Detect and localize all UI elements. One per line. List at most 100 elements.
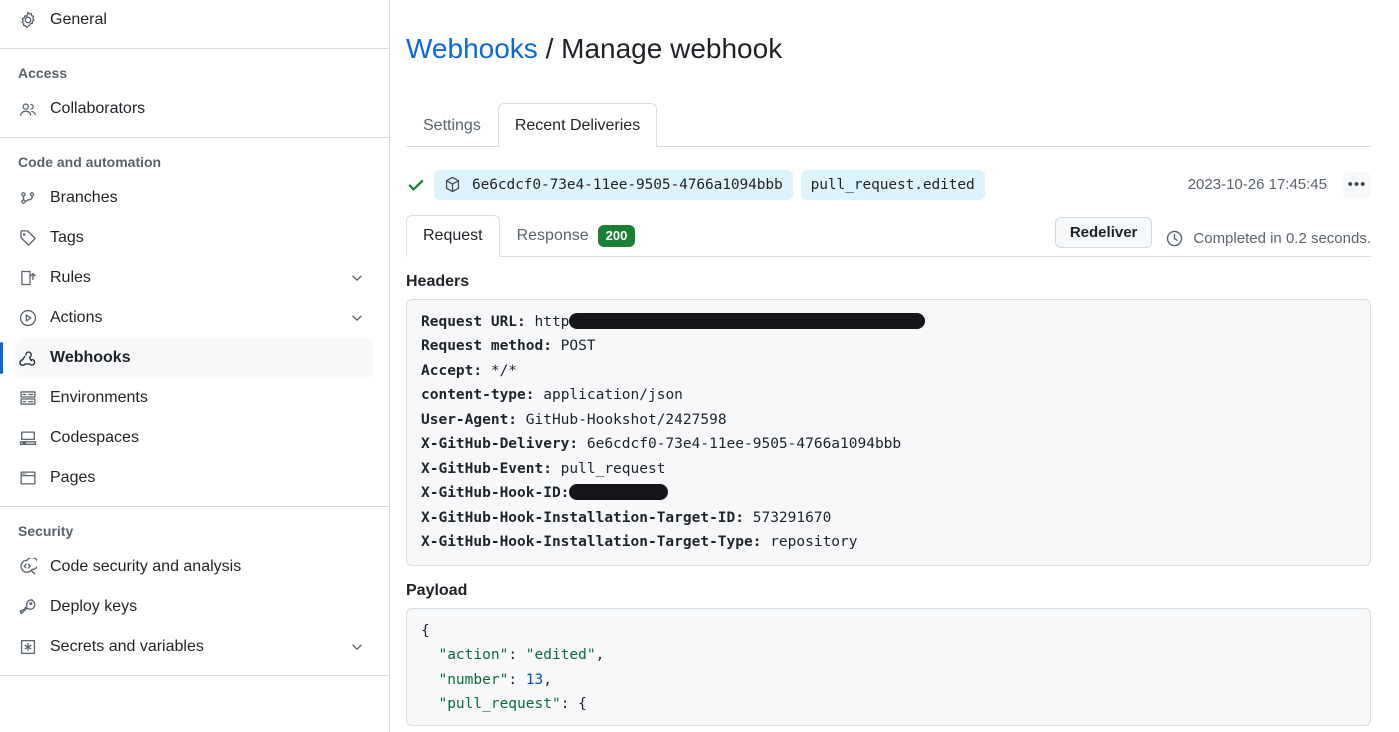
- inner-tab-request[interactable]: Request: [406, 214, 500, 257]
- breadcrumb-separator: /: [537, 32, 562, 64]
- tab-recent-deliveries[interactable]: Recent Deliveries: [497, 102, 658, 147]
- header-row: X-GitHub-Delivery: 6e6cdcf0-73e4-11ee-95…: [421, 432, 1356, 457]
- sidebar-item-label: Rules: [50, 269, 91, 286]
- payload-line: {: [421, 619, 1356, 644]
- payload-token-pun: {: [421, 622, 430, 639]
- request-response-tabbar: Request Response 200 Redeliver Completed i…: [406, 211, 1371, 257]
- sidebar-item-pages[interactable]: Pages: [16, 458, 373, 498]
- payload-token-str: "edited": [525, 647, 596, 663]
- sidebar-item-label: Codespaces: [50, 429, 139, 446]
- payload-line: "action": "edited",: [421, 643, 1356, 668]
- tab-settings[interactable]: Settings: [406, 103, 498, 147]
- codespaces-icon: [18, 428, 38, 448]
- breadcrumb-webhooks-link[interactable]: Webhooks: [406, 33, 538, 64]
- sidebar-divider: [0, 48, 389, 49]
- payload-token-pun: ,: [543, 671, 552, 688]
- header-row: X-GitHub-Hook-Installation-Target-ID: 57…: [421, 506, 1356, 531]
- header-key: Request method:: [421, 338, 552, 354]
- header-key: User-Agent:: [421, 411, 518, 428]
- redeliver-button[interactable]: Redeliver: [1054, 216, 1153, 248]
- payload-token-pun: ,: [595, 647, 605, 663]
- sidebar-item-label: Environments: [50, 389, 148, 406]
- sidebar-item-rules[interactable]: Rules: [16, 258, 373, 298]
- inner-tab-response[interactable]: Response 200: [500, 215, 653, 257]
- package-icon: [444, 176, 462, 194]
- headers-section-title: Headers: [406, 272, 470, 290]
- webhook-icon: [18, 348, 38, 368]
- payload-token-key: "number": [438, 671, 509, 688]
- header-row: Accept: */*: [421, 359, 1356, 384]
- header-row: content-type: application/json: [421, 383, 1356, 408]
- sidebar-group-label: Security: [18, 523, 74, 539]
- browser-icon: [18, 468, 38, 488]
- sidebar-item-codespaces[interactable]: Codespaces: [16, 418, 373, 458]
- sidebar-group-code-and-automation: Code and automation Branches Tags Rules Acti…: [0, 146, 389, 498]
- payload-indent: [421, 696, 438, 712]
- webhook-tabbar: Settings Recent Deliveries: [406, 99, 1371, 147]
- header-key: Accept:: [421, 362, 483, 379]
- payload-token-pun: :: [508, 647, 526, 663]
- sidebar-item-collaborators[interactable]: Collaborators: [16, 89, 373, 129]
- rules-icon: [18, 268, 38, 288]
- sidebar-divider: [0, 675, 389, 676]
- header-row: X-GitHub-Hook-ID:: [421, 481, 1356, 506]
- chevron-down-icon[interactable]: [349, 270, 365, 286]
- sidebar-item-label: Secrets and variables: [50, 638, 204, 655]
- inner-tab-label: Response: [516, 226, 589, 244]
- play-icon: [18, 308, 38, 328]
- sidebar-item-general[interactable]: General: [16, 0, 373, 40]
- delivery-more-options-button[interactable]: •••: [1343, 171, 1371, 198]
- sidebar-item-code-security-and-analysis[interactable]: Code security and analysis: [16, 547, 373, 587]
- sidebar-group-access: Access Collaborators: [0, 57, 389, 129]
- header-key: X-GitHub-Hook-Installation-Target-ID:: [421, 509, 745, 526]
- payload-token-pun: : {: [560, 696, 587, 712]
- header-key: X-GitHub-Event:: [421, 460, 552, 477]
- delivery-guid-chip[interactable]: 6e6cdcf0-73e4-11ee-9505-4766a1094bbb: [434, 169, 793, 200]
- sidebar-item-label: Tags: [50, 229, 84, 246]
- sidebar-divider: [0, 506, 389, 507]
- settings-page: General Access Collaborators Code and auto…: [0, 0, 1399, 732]
- redaction-bar: [569, 312, 926, 329]
- delivery-summary-row: 6e6cdcf0-73e4-11ee-9505-4766a1094bbb pul…: [406, 169, 1371, 201]
- settings-sidebar: General Access Collaborators Code and auto…: [0, 0, 390, 732]
- header-value: pull_request: [551, 460, 666, 477]
- header-value: 573291670: [744, 509, 832, 526]
- chevron-down-icon[interactable]: [349, 310, 365, 326]
- header-key: X-GitHub-Hook-ID:: [421, 485, 570, 501]
- key-icon: [18, 597, 38, 617]
- header-row: User-Agent: GitHub-Hookshot/2427598: [421, 408, 1356, 433]
- sidebar-item-label: Code security and analysis: [50, 558, 242, 575]
- payload-indent: [421, 647, 438, 663]
- people-icon: [18, 99, 38, 119]
- payload-line: "pull_request": {: [421, 692, 1356, 717]
- response-status-badge: 200: [597, 224, 636, 247]
- header-key: X-GitHub-Hook-Installation-Target-Type:: [421, 534, 762, 550]
- sidebar-item-actions[interactable]: Actions: [16, 298, 373, 338]
- sidebar-top-group: General: [0, 0, 389, 40]
- sidebar-groups: Access Collaborators Code and automation Br…: [0, 57, 389, 676]
- inner-tab-label: Request: [423, 226, 483, 244]
- sidebar-item-webhooks[interactable]: Webhooks: [0, 338, 373, 378]
- header-key: Request URL:: [421, 313, 526, 330]
- sidebar-group-security: Security Code security and analysis Deploy…: [0, 515, 389, 667]
- header-key: content-type:: [421, 387, 535, 403]
- sidebar-item-deploy-keys[interactable]: Deploy keys: [16, 587, 373, 627]
- sidebar-item-environments[interactable]: Environments: [16, 378, 373, 418]
- payload-indent: [421, 672, 438, 688]
- gear-icon: [18, 10, 38, 30]
- sidebar-item-secrets-and-variables[interactable]: Secrets and variables: [16, 627, 373, 667]
- sidebar-item-branches[interactable]: Branches: [16, 178, 373, 218]
- sidebar-item-label: Actions: [50, 309, 103, 326]
- asterisk-icon: [18, 637, 38, 657]
- tag-icon: [18, 228, 38, 248]
- payload-token-key: "pull_request": [438, 696, 561, 712]
- chevron-down-icon[interactable]: [349, 639, 365, 655]
- payload-code-block: { "action": "edited", "number": 13, "pul…: [406, 607, 1371, 726]
- sidebar-item-label: Pages: [50, 469, 96, 486]
- header-value: GitHub-Hookshot/2427598: [517, 411, 727, 428]
- sidebar-item-tags[interactable]: Tags: [16, 218, 373, 258]
- sidebar-group-label: Code and automation: [18, 154, 162, 170]
- payload-token-num: 13: [525, 671, 544, 688]
- clock-icon: [1166, 230, 1184, 248]
- sidebar-item-label: Webhooks: [50, 349, 131, 366]
